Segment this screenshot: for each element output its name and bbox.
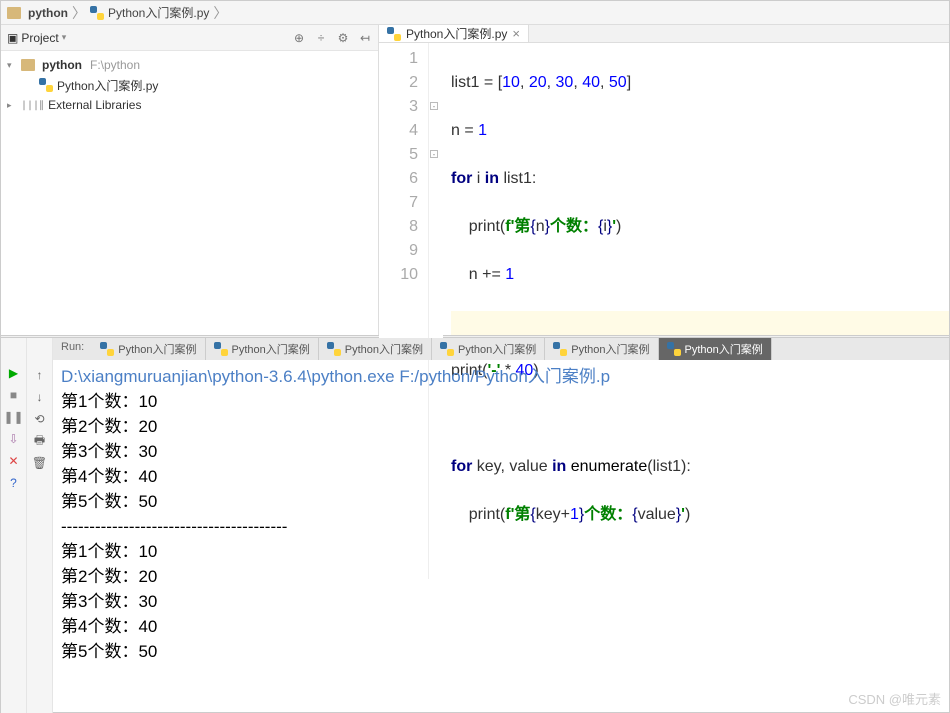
run-tab[interactable]: Python入门案例: [432, 338, 545, 360]
python-file-icon: [39, 78, 53, 92]
editor-panel: Python入门案例.py × 1 2 3 4 5 6 7 8 9 10 - -: [379, 25, 949, 335]
editor-tab[interactable]: Python入门案例.py ×: [379, 25, 529, 42]
breadcrumb-bar: python 〉 Python入门案例.py 〉: [1, 1, 949, 25]
line-number: 9: [379, 239, 418, 263]
folder-icon: [7, 7, 21, 19]
fold-icon[interactable]: -: [430, 102, 438, 110]
console-line: 第5个数：50: [61, 489, 941, 514]
editor-tab-label: Python入门案例.py: [406, 25, 507, 42]
python-file-icon: [387, 27, 401, 41]
run-tab[interactable]: Python入门案例: [545, 338, 658, 360]
line-number: 6: [379, 167, 418, 191]
up-icon[interactable]: ↑: [31, 366, 49, 384]
console-line: 第1个数：10: [61, 539, 941, 564]
tree-file[interactable]: Python入门案例.py: [1, 75, 378, 95]
line-number: 2: [379, 71, 418, 95]
tree-root-path: F:\python: [90, 58, 140, 72]
help-icon[interactable]: ?: [5, 474, 23, 492]
console-line: 第1个数：10: [61, 389, 941, 414]
pause-icon[interactable]: ❚❚: [5, 408, 23, 426]
project-sidebar: ▣ Project ▾ ⊕ ÷ ⚙ ↤ ▾ python F:\python P…: [1, 25, 379, 335]
close-icon[interactable]: ×: [512, 26, 520, 41]
tree-external-libs[interactable]: ▸ |||∥ External Libraries: [1, 95, 378, 115]
tree-external-label: External Libraries: [48, 98, 141, 112]
python-file-icon: [90, 6, 104, 20]
breadcrumb-file: Python入门案例.py: [108, 4, 209, 21]
dropdown-icon[interactable]: ▾: [62, 32, 67, 43]
dump-icon[interactable]: ⇩: [5, 430, 23, 448]
run-toolbar-left: ▶ ■ ❚❚ ⇩ ✕ ?: [1, 338, 27, 713]
tree-root[interactable]: ▾ python F:\python: [1, 55, 378, 75]
console-line: 第4个数：40: [61, 614, 941, 639]
line-number: 10: [379, 263, 418, 287]
line-number: 5: [379, 143, 418, 167]
chevron-right-icon: 〉: [72, 3, 86, 23]
run-label: Run:: [53, 338, 92, 360]
chevron-right-icon[interactable]: ▸: [7, 100, 17, 111]
python-file-icon: [667, 342, 681, 356]
gear-icon[interactable]: ⚙: [336, 31, 350, 45]
line-number: 8: [379, 215, 418, 239]
hide-icon[interactable]: ↤: [358, 31, 372, 45]
python-file-icon: [440, 342, 454, 356]
chevron-right-icon: 〉: [213, 3, 227, 23]
editor-tab-bar: Python入门案例.py ×: [379, 25, 949, 43]
console-output[interactable]: D:\xiangmuruanjian\python-3.6.4\python.e…: [53, 360, 949, 713]
print-icon[interactable]: 🖶: [31, 432, 49, 450]
run-tab-bar: Run: Python入门案例 Python入门案例 Python入门案例 Py…: [53, 338, 949, 360]
run-tab[interactable]: Python入门案例: [92, 338, 205, 360]
breadcrumb-folder: python: [28, 6, 68, 20]
python-file-icon: [327, 342, 341, 356]
wrap-icon[interactable]: ⟲: [31, 410, 49, 428]
console-line: ----------------------------------------: [61, 514, 941, 539]
stop-icon[interactable]: ■: [5, 386, 23, 404]
watermark: CSDN @唯元素: [848, 689, 941, 708]
line-number: 3: [379, 95, 418, 119]
chevron-down-icon[interactable]: ▾: [7, 60, 17, 71]
console-command: D:\xiangmuruanjian\python-3.6.4\python.e…: [61, 364, 941, 389]
trash-icon[interactable]: 🗑: [31, 454, 49, 472]
tree-file-name: Python入门案例.py: [57, 77, 158, 94]
folder-icon: [21, 59, 35, 71]
project-tree: ▾ python F:\python Python入门案例.py ▸ |||∥ …: [1, 51, 378, 335]
tree-root-name: python: [42, 58, 82, 72]
python-file-icon: [214, 342, 228, 356]
breadcrumb[interactable]: python 〉 Python入门案例.py 〉: [7, 3, 227, 23]
run-panel: ▶ ■ ❚❚ ⇩ ✕ ? ↑ ↓ ⟲ 🖶 🗑 Run: Python入门案例 P…: [1, 338, 949, 713]
close-icon[interactable]: ✕: [5, 452, 23, 470]
console-line: 第2个数：20: [61, 564, 941, 589]
play-icon[interactable]: ▶: [5, 364, 23, 382]
run-toolbar-left2: ↑ ↓ ⟲ 🖶 🗑: [27, 338, 53, 713]
sidebar-header: ▣ Project ▾ ⊕ ÷ ⚙ ↤: [1, 25, 378, 51]
expand-icon[interactable]: ÷: [314, 31, 328, 45]
console-line: 第2个数：20: [61, 414, 941, 439]
down-icon[interactable]: ↓: [31, 388, 49, 406]
line-number: 7: [379, 191, 418, 215]
console-line: 第3个数：30: [61, 589, 941, 614]
unfold-icon[interactable]: -: [430, 150, 438, 158]
line-number: 1: [379, 47, 418, 71]
run-tab-active[interactable]: Python入门案例: [659, 338, 772, 360]
console-line: 第4个数：40: [61, 464, 941, 489]
python-file-icon: [100, 342, 114, 356]
project-view-icon: ▣: [7, 31, 18, 45]
console-line: 第5个数：50: [61, 639, 941, 664]
sidebar-title[interactable]: Project: [21, 31, 58, 45]
run-tab[interactable]: Python入门案例: [319, 338, 432, 360]
library-icon: |||∥: [21, 100, 44, 111]
run-tab[interactable]: Python入门案例: [206, 338, 319, 360]
python-file-icon: [553, 342, 567, 356]
line-number: 4: [379, 119, 418, 143]
collapse-all-icon[interactable]: ⊕: [292, 31, 306, 45]
console-line: 第3个数：30: [61, 439, 941, 464]
